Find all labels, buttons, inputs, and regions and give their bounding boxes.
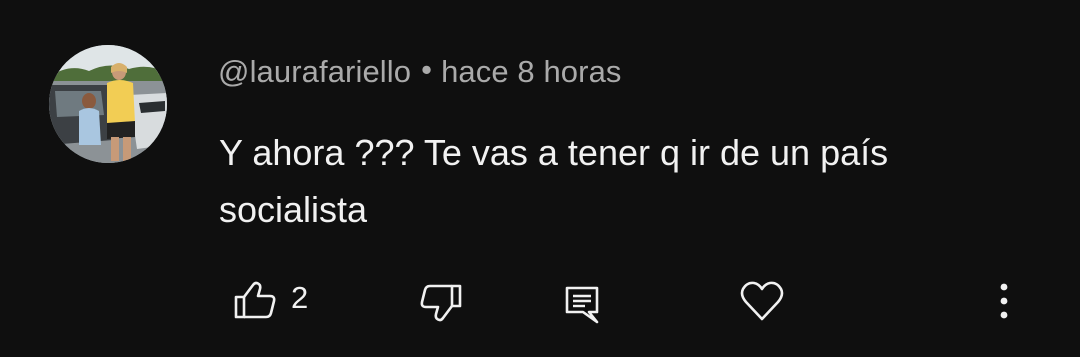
reply-button[interactable] [563,284,601,326]
avatar[interactable] [49,45,167,163]
comment-text: Y ahora ??? Te vas a tener q ir de un pa… [219,132,889,230]
comment-header: @laurafariello • hace 8 horas [218,52,622,90]
heart-button[interactable] [739,280,785,322]
more-vertical-icon [999,282,1009,320]
like-button[interactable]: 2 [233,280,308,320]
heart-icon [739,280,785,322]
comment-item: @laurafariello • hace 8 horas Y ahora ??? … [0,0,1080,357]
reply-comment-icon [563,284,601,326]
meta-separator: • [421,52,433,87]
avatar-photo [49,45,167,163]
thumbs-up-icon [233,280,277,320]
more-options-button[interactable] [986,281,1022,321]
thumbs-down-icon [415,282,463,324]
like-count: 2 [291,280,309,315]
author-name[interactable]: @laurafariello [218,54,411,89]
comment-timestamp[interactable]: hace 8 horas [441,54,621,89]
dislike-button[interactable] [415,282,463,324]
